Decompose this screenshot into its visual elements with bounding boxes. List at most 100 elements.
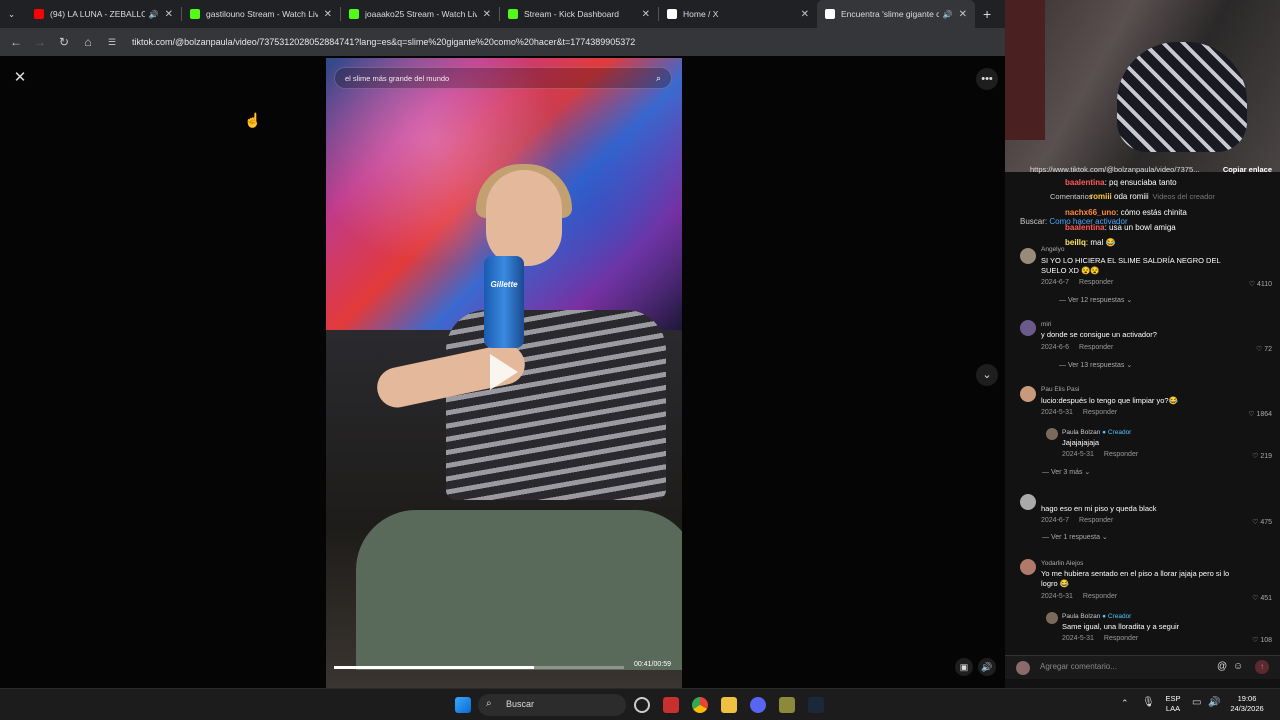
close-tab-icon[interactable]: ✕ [324, 9, 332, 20]
copy-link-button[interactable]: Copiar enlace [1223, 165, 1272, 179]
taskbar-search[interactable]: ⌕ Buscar [478, 694, 626, 716]
tab-creator-videos[interactable]: Videos del creador [1153, 192, 1215, 201]
site-info-icon[interactable]: ☰ [100, 37, 124, 48]
mouse-cursor-icon: ☝ [244, 112, 262, 128]
comment-item: Pau Elis Pasi lucio:después lo tengo que… [1005, 386, 1280, 486]
clock[interactable]: 19:06 24/3/2026 [1226, 694, 1268, 714]
tab-kick-joaaako25[interactable]: joaaako25 Stream - Watch Live ✕ [341, 0, 499, 28]
close-tab-icon[interactable]: ✕ [959, 9, 967, 20]
avatar[interactable] [1020, 386, 1036, 402]
heart-icon[interactable]: ♡ [1252, 519, 1258, 526]
streamer-webcam [1005, 0, 1280, 172]
reply-button[interactable]: Responder [1104, 635, 1138, 642]
reload-icon[interactable]: ↻ [52, 35, 76, 49]
play-icon[interactable] [490, 354, 518, 390]
app-icon[interactable] [663, 697, 679, 713]
tab-bar: ⌄ (94) LA LUNA - ZEBALLOS ( 🔊 ✕ gastilou… [0, 0, 1005, 28]
right-panel: https://www.tiktok.com/@bolzanpaula/vide… [1005, 0, 1280, 688]
address-bar: ← → ↻ ⌂ ☰ tiktok.com/@bolzanpaula/video/… [0, 28, 1005, 56]
youtube-icon [34, 9, 44, 19]
language-indicator[interactable]: ESP LAA [1160, 694, 1186, 714]
app-icon[interactable] [779, 697, 795, 713]
reply-button[interactable]: Responder [1083, 409, 1117, 416]
like-count: ♡ 475 [1252, 519, 1272, 526]
video-time: 00:41/00:59 [634, 661, 671, 668]
forward-icon[interactable]: → [28, 35, 52, 49]
creator-avatar[interactable] [1046, 612, 1058, 624]
comment-input[interactable]: Agregar comentario... [1040, 662, 1220, 671]
new-tab-button[interactable]: + [975, 0, 999, 28]
comment-item: Yodarlin Alejos Yo me hubiera sentado en… [1005, 559, 1280, 649]
next-video-button[interactable]: ⌄ [976, 364, 998, 386]
microphone-icon[interactable]: 🎙 [1142, 697, 1155, 708]
tab-x-home[interactable]: Home / X ✕ [659, 0, 817, 28]
url-input[interactable]: tiktok.com/@bolzanpaula/video/7375312028… [132, 37, 635, 47]
back-icon[interactable]: ← [4, 35, 28, 49]
close-tab-icon[interactable]: ✕ [801, 9, 809, 20]
heart-icon[interactable]: ♡ [1248, 411, 1254, 418]
avatar[interactable] [1020, 248, 1036, 264]
obs-icon[interactable] [634, 697, 650, 713]
heart-icon[interactable]: ♡ [1256, 346, 1262, 353]
close-video-button[interactable]: ✕ [10, 68, 30, 88]
reply-button[interactable]: Responder [1079, 279, 1113, 286]
tab-youtube[interactable]: (94) LA LUNA - ZEBALLOS ( 🔊 ✕ [26, 0, 181, 28]
kick-icon [190, 9, 200, 19]
like-count: ♡ 4110 [1248, 281, 1272, 288]
chevron-up-icon[interactable]: ⌃ [1121, 698, 1129, 709]
steam-icon[interactable] [808, 697, 824, 713]
volume-icon[interactable]: 🔊 [978, 658, 996, 676]
close-tab-icon[interactable]: ✕ [642, 9, 650, 20]
view-replies-button[interactable]: — Ver 13 respuestas ⌄ [1059, 361, 1132, 369]
speaker-icon[interactable]: 🔊 [943, 10, 953, 19]
video-search-bar[interactable]: el slime más grande del mundo ⌕ [334, 67, 672, 89]
like-count: ♡ 451 [1252, 595, 1272, 602]
reply-button[interactable]: Responder [1079, 517, 1113, 524]
comment-item: hago eso en mi piso y queda black 2024-6… [1005, 494, 1280, 546]
avatar[interactable] [1020, 320, 1036, 336]
comment-item: miri y donde se consigue un activador? 2… [1005, 320, 1280, 378]
tab-kick-dashboard[interactable]: Stream - Kick Dashboard ✕ [500, 0, 658, 28]
speaker-icon[interactable]: 🔊 [149, 10, 159, 19]
mention-icon[interactable]: @ [1217, 661, 1227, 672]
tiktok-icon [825, 9, 835, 19]
heart-icon[interactable]: ♡ [1252, 595, 1258, 602]
reply-button[interactable]: Responder [1083, 593, 1117, 600]
tab-tiktok[interactable]: Encuentra 'slime gigante co 🔊 ✕ [817, 0, 975, 28]
video-progress-bar[interactable] [334, 666, 624, 669]
view-replies-button[interactable]: — Ver 1 respuesta ⌄ [1042, 533, 1108, 541]
search-icon[interactable]: ⌕ [656, 73, 661, 84]
reply-button[interactable]: Responder [1104, 451, 1138, 458]
user-avatar [1016, 661, 1030, 675]
avatar[interactable] [1020, 494, 1036, 510]
volume-icon[interactable]: 🔊 [1208, 697, 1220, 708]
tab-list-button[interactable]: ⌄ [0, 0, 26, 28]
close-tab-icon[interactable]: ✕ [165, 9, 173, 20]
reply-button[interactable]: Responder [1079, 344, 1113, 351]
network-icon[interactable]: ▭ [1192, 697, 1201, 708]
close-tab-icon[interactable]: ✕ [483, 9, 491, 20]
home-icon[interactable]: ⌂ [76, 35, 100, 49]
file-explorer-icon[interactable] [721, 697, 737, 713]
like-count: ♡ 1864 [1248, 411, 1272, 418]
send-icon[interactable]: ↑ [1255, 660, 1269, 674]
view-replies-button[interactable]: — Ver 12 respuestas ⌄ [1059, 296, 1132, 304]
more-options-button[interactable]: ••• [976, 68, 998, 90]
heart-icon[interactable]: ♡ [1249, 281, 1255, 288]
like-count: ♡ 72 [1255, 346, 1272, 353]
heart-icon[interactable]: ♡ [1252, 453, 1258, 460]
view-more-replies-button[interactable]: — Ver 3 más ⌄ [1042, 468, 1090, 476]
creator-avatar[interactable] [1046, 428, 1058, 440]
emoji-icon[interactable]: ☺ [1233, 661, 1243, 672]
tab-kick-gastilouno[interactable]: gastilouno Stream - Watch Live ✕ [182, 0, 340, 28]
avatar[interactable] [1020, 559, 1036, 575]
windows-start-icon[interactable] [455, 697, 471, 713]
video-link[interactable]: https://www.tiktok.com/@bolzanpaula/vide… [1030, 165, 1199, 179]
link-bar: https://www.tiktok.com/@bolzanpaula/vide… [1005, 165, 1280, 179]
video-player[interactable]: el slime más grande del mundo ⌕ Gillette… [326, 58, 682, 688]
heart-icon[interactable]: ♡ [1252, 637, 1258, 644]
tab-comments[interactable]: Comentarios [1050, 192, 1093, 201]
discord-icon[interactable] [750, 697, 766, 713]
chrome-icon[interactable] [692, 697, 708, 713]
pip-icon[interactable]: ▣ [955, 658, 973, 676]
